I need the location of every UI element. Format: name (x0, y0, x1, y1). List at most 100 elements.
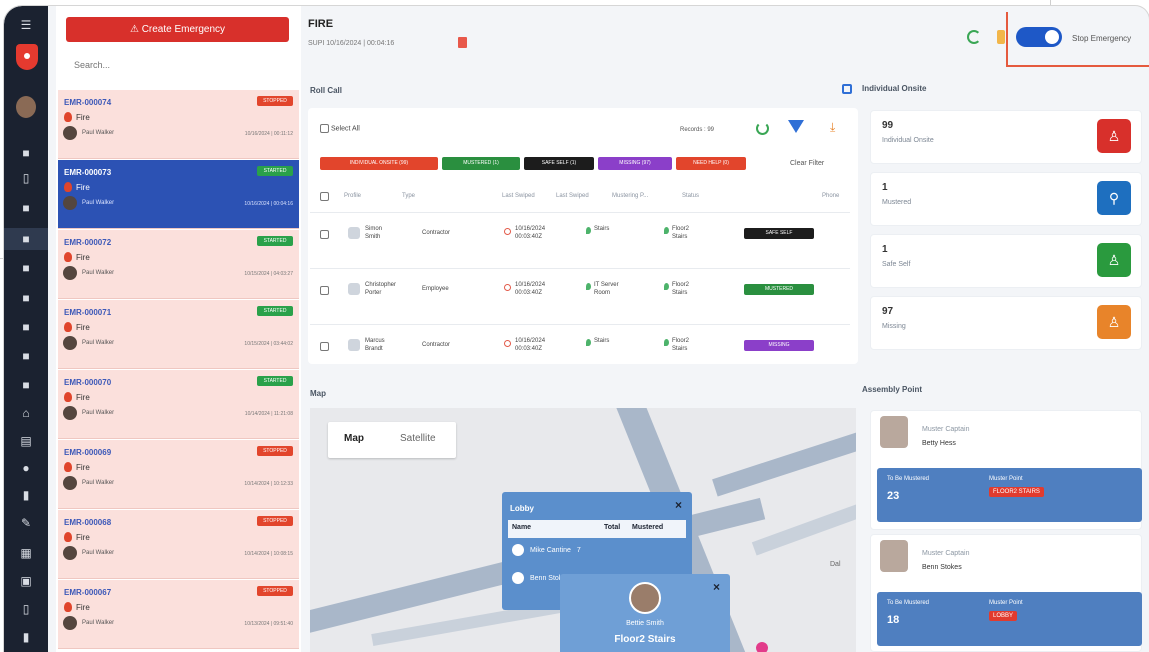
menu-icon[interactable]: ☰ (4, 18, 48, 32)
device-icon[interactable]: ▯ (4, 171, 48, 185)
onsite-stat-card[interactable]: 1 Mustered ⚲ (870, 172, 1142, 226)
phone-icon[interactable]: ▯ (4, 602, 48, 616)
filter-chip[interactable]: MUSTERED (1) (442, 157, 520, 170)
roll-call-title: Roll Call (310, 86, 343, 95)
emergency-card[interactable]: EMR-000068 STOPPED Fire Paul Walker 10/14/20… (58, 510, 299, 579)
mustering-point: Floor2 Stairs (664, 225, 689, 241)
onsite-stat-card[interactable]: 1 Safe Self ♙ (870, 234, 1142, 288)
owner-avatar (63, 266, 77, 280)
expand-icon[interactable] (842, 84, 852, 94)
last-swiped-date: 10/16/2024 00:03:40Z (504, 281, 545, 297)
folder-icon[interactable]: ■ (4, 291, 48, 305)
emergency-card[interactable]: EMR-000072 STARTED Fire Paul Walker 10/15/20… (58, 230, 299, 299)
clear-filter-link[interactable]: Clear Filter (790, 160, 824, 167)
person-icon (512, 544, 524, 556)
location-pin-icon (664, 339, 669, 346)
map-view[interactable]: Map Satellite Dal Lobby × Name Total Mus… (310, 408, 856, 652)
stop-emergency-toggle[interactable] (1016, 27, 1062, 47)
document-icon[interactable]: ▮ (4, 488, 48, 502)
stat-label: Safe Self (882, 261, 911, 268)
fire-icon (64, 182, 72, 192)
search-input[interactable] (66, 54, 289, 76)
emergency-card[interactable]: EMR-000067 STOPPED Fire Paul Walker 10/13/20… (58, 580, 299, 649)
trash-icon[interactable]: ▮ (4, 630, 48, 644)
row-checkbox[interactable] (320, 341, 329, 352)
close-icon[interactable]: × (675, 498, 682, 512)
person-photo (629, 582, 661, 614)
to-be-mustered-label: To Be Mustered (887, 600, 930, 606)
map-tab[interactable]: Map (344, 433, 364, 444)
folder-icon[interactable]: ■ (4, 146, 48, 160)
close-icon[interactable]: × (713, 580, 720, 594)
emergency-card[interactable]: EMR-000069 STOPPED Fire Paul Walker 10/14/20… (58, 440, 299, 509)
folder-icon[interactable]: ■ (4, 261, 48, 275)
create-emergency-button[interactable]: ⚠ Create Emergency (66, 17, 289, 42)
checkbox[interactable] (320, 342, 329, 352)
muster-summary: To Be Mustered 23 Muster Point FLOOR2 STAIR… (877, 468, 1142, 522)
row-checkbox[interactable] (320, 229, 329, 240)
emergency-timestamp: 10/14/2024 | 10:12:33 (244, 481, 293, 487)
emergency-subtitle: SUPI 10/16/2024 | 00:04:16 (308, 40, 395, 47)
lobby-title: Lobby (510, 504, 534, 513)
fire-icon (64, 462, 72, 472)
user-avatar[interactable] (16, 96, 36, 118)
sidebar-rail: ☰ ■ ▯ ■ ■ ■ ■ ■ ■ ■ ⌂ ▤ ● ▮ ✎ ▦ ▣ ▯ ▮ (4, 6, 48, 652)
emergency-id: EMR-000073 (64, 168, 112, 177)
filter-chip[interactable]: NEED HELP (0) (676, 157, 746, 170)
filter-icon[interactable] (788, 120, 804, 133)
folder-icon[interactable]: ■ (4, 201, 48, 215)
report-icon[interactable]: ▣ (4, 574, 48, 588)
person-check-icon: ♙ (1097, 243, 1131, 277)
header-checkbox[interactable] (320, 191, 329, 202)
refresh-icon[interactable] (967, 30, 981, 44)
clock-icon (504, 228, 511, 235)
home-icon[interactable]: ⌂ (4, 406, 48, 420)
filter-chip[interactable]: MISSING (97) (598, 157, 672, 170)
clock-icon (504, 340, 511, 347)
folder-icon[interactable]: ■ (4, 232, 48, 246)
chart-icon[interactable]: ▤ (4, 434, 48, 448)
map-marker-icon[interactable] (756, 642, 768, 652)
folder-icon[interactable]: ■ (4, 320, 48, 334)
map-type-control: Map Satellite (328, 422, 456, 458)
mustering-point: Floor2 Stairs (664, 337, 689, 353)
stat-value: 1 (882, 244, 888, 255)
filter-chip[interactable]: INDIVIDUAL ONSITE (99) (320, 157, 438, 170)
row-checkbox[interactable] (320, 285, 329, 296)
emergency-card[interactable]: EMR-000073 STARTED Fire Paul Walker 10/16/20… (58, 160, 299, 229)
calculator-icon[interactable]: ▦ (4, 546, 48, 560)
person-icon[interactable]: ● (4, 461, 48, 475)
col-name: Name (512, 524, 532, 531)
to-be-mustered-label: To Be Mustered (887, 476, 930, 482)
emergency-timestamp: 10/14/2024 | 11:21:08 (244, 411, 293, 417)
checkbox[interactable] (320, 230, 329, 240)
folder-icon[interactable]: ■ (4, 349, 48, 363)
select-all-label: Select All (330, 125, 360, 133)
satellite-tab[interactable]: Satellite (400, 433, 436, 444)
folder-icon[interactable]: ■ (4, 378, 48, 392)
owner-name: Paul Walker (82, 270, 115, 276)
owner-name: Paul Walker (82, 550, 115, 556)
lobby-row[interactable]: Mike Cantine 7 (512, 544, 581, 556)
warning-icon (997, 30, 1005, 44)
download-icon[interactable]: ⤓ (830, 120, 835, 135)
emergency-timestamp: 10/14/2024 | 10:08:15 (244, 551, 293, 557)
onsite-stat-card[interactable]: 99 Individual Onsite ♙ (870, 110, 1142, 164)
person-popup: × Bettie Smith Floor2 Stairs (560, 574, 730, 652)
select-all-checkbox[interactable]: Select All (320, 124, 360, 133)
exit-icon[interactable] (458, 37, 467, 48)
wrench-icon[interactable]: ✎ (4, 516, 48, 530)
emergency-card[interactable]: EMR-000071 STARTED Fire Paul Walker 10/15/20… (58, 300, 299, 369)
emergency-card[interactable]: EMR-000074 STOPPED Fire Paul Walker 10/16/20… (58, 90, 299, 159)
last-swiped-location: IT Server Room (586, 281, 619, 297)
checkbox[interactable] (320, 286, 329, 296)
onsite-stat-card[interactable]: 97 Missing ♙ (870, 296, 1142, 350)
status-badge: STARTED (257, 306, 293, 316)
emergency-card[interactable]: EMR-000070 STARTED Fire Paul Walker 10/14/20… (58, 370, 299, 439)
filter-chip[interactable]: SAFE SELF (1) (524, 157, 594, 170)
owner-name: Paul Walker (82, 410, 115, 416)
reload-icon[interactable] (756, 122, 769, 135)
captain-role: Muster Captain (922, 550, 970, 557)
owner-avatar (63, 546, 77, 560)
muster-point-badge: FLOOR2 STAIRS (989, 487, 1044, 497)
